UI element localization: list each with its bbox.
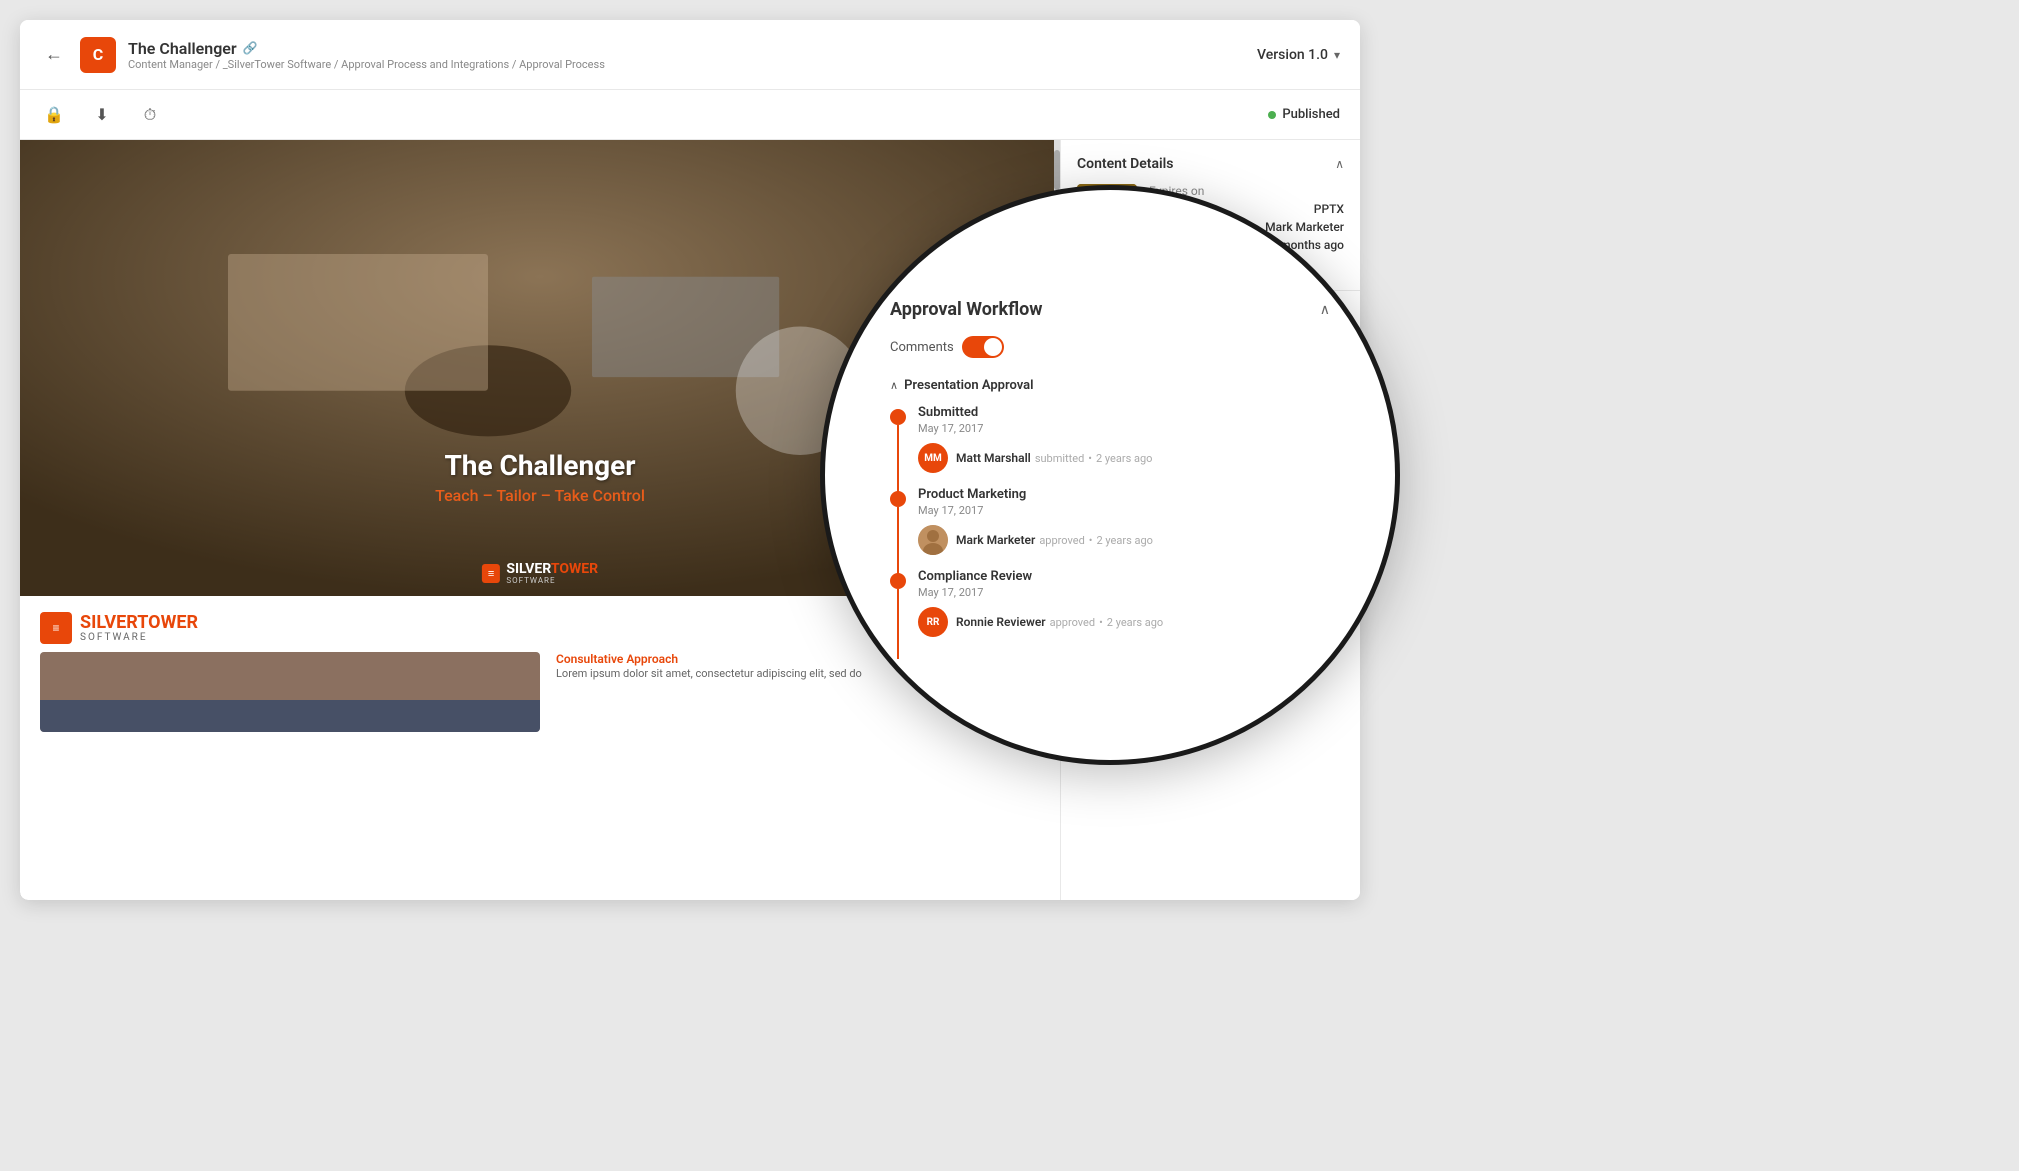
mark-time: 2 years ago	[1097, 534, 1153, 547]
matt-approver-info: Matt Marshall submitted • 2 years ago	[956, 451, 1152, 465]
approval-workflow-header: Approval Workflow ∧	[890, 299, 1330, 320]
ronnie-action: approved	[1050, 616, 1095, 629]
published-dot	[1268, 111, 1276, 119]
slide-main-title: The Challenger	[435, 449, 645, 482]
workflow-line-2	[897, 507, 899, 577]
ronnie-approver-info: Ronnie Reviewer approved • 2 years ago	[956, 615, 1163, 629]
approval-workflow-content: Approval Workflow ∧ Comments ∧ Presentat…	[870, 279, 1350, 671]
mark-action: approved	[1039, 534, 1084, 547]
globe-icon[interactable]: ⏱	[136, 101, 164, 129]
logo-sub-text: SOFTWARE	[80, 632, 198, 643]
back-button[interactable]: ←	[40, 41, 68, 69]
approval-collapse-icon[interactable]: ∧	[1320, 302, 1330, 318]
logo-text: SILVERTOWER SOFTWARE	[80, 613, 198, 644]
slide-logo-text: SILVERTOWER SOFTWARE	[506, 562, 598, 586]
slide-title-overlay: The Challenger Teach – Tailor – Take Con…	[435, 449, 645, 505]
content-details-toggle-icon[interactable]: ∧	[1335, 157, 1344, 171]
header-right: Version 1.0 ▾	[1257, 47, 1340, 63]
comments-row: Comments	[890, 336, 1330, 358]
header: ← C The Challenger 🔗 Content Manager / _…	[20, 20, 1360, 90]
logo-main-text: SILVERTOWER	[80, 613, 198, 633]
back-arrow-icon: ←	[45, 44, 63, 65]
presentation-approval-title: Presentation Approval	[904, 378, 1033, 393]
workflow-stage-product-marketing: Product Marketing May 17, 2017 Mark Mark…	[890, 487, 1330, 555]
matt-time: 2 years ago	[1096, 452, 1152, 465]
app-icon: C	[80, 37, 116, 73]
approver-row-matt: MM Matt Marshall submitted • 2 years ago	[918, 443, 1330, 473]
format-value: PPTX	[1314, 202, 1344, 216]
toolbar-left: 🔒 ⬇ ⏱	[40, 101, 164, 129]
presentation-approval-header[interactable]: ∧ Presentation Approval	[890, 378, 1330, 393]
version-selector[interactable]: Version 1.0 ▾	[1257, 47, 1340, 63]
download-icon[interactable]: ⬇	[88, 101, 116, 129]
workflow-stage-compliance: Compliance Review May 17, 2017 RR Ronnie…	[890, 569, 1330, 637]
workflow-dot-compliance	[890, 573, 906, 589]
stage-product-marketing-title: Product Marketing	[918, 487, 1330, 502]
stage-submitted-title: Submitted	[918, 405, 1330, 420]
scroll-thumb[interactable]	[1054, 150, 1060, 190]
link-icon[interactable]: 🔗	[243, 41, 258, 55]
owner-value: Mark Marketer	[1265, 220, 1344, 234]
ronnie-bullet: •	[1099, 616, 1103, 629]
title-section: The Challenger 🔗 Content Manager / _Silv…	[128, 39, 605, 71]
toggle-knob	[984, 338, 1002, 356]
pres-chevron-icon[interactable]: ∧	[890, 379, 898, 392]
comments-toggle[interactable]	[962, 336, 1004, 358]
workflow-dot-product-marketing	[890, 491, 906, 507]
stage-compliance-date: May 17, 2017	[918, 586, 1330, 599]
lock-icon[interactable]: 🔒	[40, 101, 68, 129]
approver-row-mark: Mark Marketer approved • 2 years ago	[918, 525, 1330, 555]
mark-avatar	[918, 525, 948, 555]
mark-name: Mark Marketer	[956, 533, 1035, 547]
workflow-dot-submitted	[890, 409, 906, 425]
workflow-line-1	[897, 425, 899, 495]
stage-submitted-date: May 17, 2017	[918, 422, 1330, 435]
matt-name: Matt Marshall	[956, 451, 1031, 465]
breadcrumb: Content Manager / _SilverTower Software …	[128, 58, 605, 71]
mark-approver-info: Mark Marketer approved • 2 years ago	[956, 533, 1153, 547]
version-label: Version 1.0	[1257, 47, 1328, 63]
matt-bullet: •	[1088, 452, 1092, 465]
slide-subtitle: Teach – Tailor – Take Control	[435, 486, 645, 505]
approver-row-ronnie: RR Ronnie Reviewer approved • 2 years ag…	[918, 607, 1330, 637]
slide-logo-block: ≡	[482, 564, 500, 583]
slide-silvertower-brand: ≡ SILVERTOWER SOFTWARE	[482, 562, 598, 586]
toolbar: 🔒 ⬇ ⏱ Published	[20, 90, 1360, 140]
workflow-line-3	[897, 589, 899, 659]
ronnie-time: 2 years ago	[1107, 616, 1163, 629]
workflow-stage-submitted: Submitted May 17, 2017 MM Matt Marshall …	[890, 405, 1330, 473]
stage-product-marketing-date: May 17, 2017	[918, 504, 1330, 517]
matt-action: submitted	[1035, 452, 1084, 465]
comments-label: Comments	[890, 340, 954, 355]
doc-title: The Challenger 🔗	[128, 39, 605, 58]
stage-compliance-title: Compliance Review	[918, 569, 1330, 584]
chevron-down-icon: ▾	[1334, 48, 1340, 62]
approval-workflow-title: Approval Workflow	[890, 299, 1043, 320]
header-left: ← C The Challenger 🔗 Content Manager / _…	[40, 37, 605, 73]
presentation-approval-section: ∧ Presentation Approval Submitted May 17…	[890, 378, 1330, 637]
approval-workflow-circle: Approval Workflow ∧ Comments ∧ Presentat…	[820, 185, 1400, 765]
published-badge: Published	[1268, 107, 1340, 122]
published-label: Published	[1282, 107, 1340, 122]
matt-avatar: MM	[918, 443, 948, 473]
ronnie-avatar: RR	[918, 607, 948, 637]
slide-image-placeholder	[40, 652, 540, 732]
content-details-title: Content Details	[1077, 156, 1173, 172]
mark-bullet: •	[1089, 534, 1093, 547]
ronnie-name: Ronnie Reviewer	[956, 615, 1046, 629]
content-details-header[interactable]: Content Details ∧	[1061, 140, 1360, 184]
logo-icon: ≡	[40, 612, 72, 644]
